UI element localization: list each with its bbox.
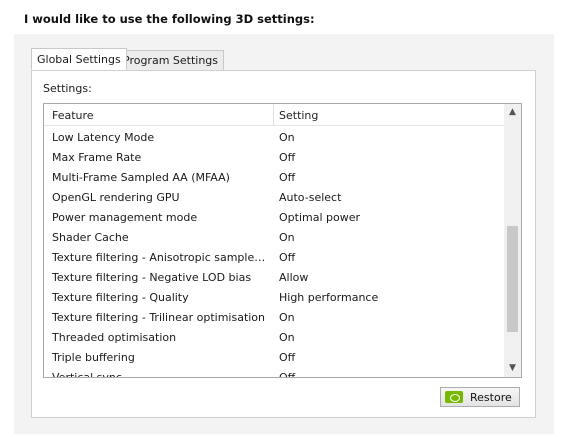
- feature-name: Power management mode: [52, 211, 198, 224]
- list-item[interactable]: Shader Cache On: [44, 227, 505, 247]
- list-item[interactable]: Texture filtering - Negative LOD bias All…: [44, 267, 505, 287]
- list-item[interactable]: Max Frame Rate Off: [44, 147, 505, 167]
- list-item[interactable]: Low Latency Mode On: [44, 127, 505, 147]
- rows-container: Low Latency Mode On Max Frame Rate Off Multi…: [44, 127, 505, 378]
- setting-value[interactable]: Allow: [279, 271, 308, 284]
- list-header: Feature Setting: [44, 104, 505, 126]
- list-item[interactable]: Triple buffering Off: [44, 347, 505, 367]
- column-divider[interactable]: [273, 104, 274, 126]
- settings-list[interactable]: Feature Setting Low Latency Mode On Max Fr…: [43, 103, 522, 378]
- feature-name: Max Frame Rate: [52, 151, 142, 164]
- feature-name: Triple buffering: [52, 351, 135, 364]
- column-header-setting[interactable]: Setting: [279, 109, 318, 122]
- setting-value[interactable]: On: [279, 311, 295, 324]
- list-item[interactable]: Vertical sync Off: [44, 367, 505, 378]
- setting-value[interactable]: On: [279, 231, 295, 244]
- feature-name: Texture filtering - Anisotropic sample o…: [52, 251, 267, 264]
- setting-value[interactable]: Off: [279, 351, 295, 364]
- feature-name: Threaded optimisation: [52, 331, 177, 344]
- setting-value[interactable]: Off: [279, 251, 295, 264]
- feature-name: Multi-Frame Sampled AA (MFAA): [52, 171, 230, 184]
- list-item[interactable]: Texture filtering - Trilinear optimisati…: [44, 307, 505, 327]
- list-item[interactable]: Texture filtering - Quality High performa…: [44, 287, 505, 307]
- page-heading: I would like to use the following 3D set…: [24, 12, 315, 26]
- feature-name: Texture filtering - Trilinear optimisati…: [52, 311, 266, 324]
- list-item[interactable]: Power management mode Optimal power: [44, 207, 505, 227]
- setting-value[interactable]: Optimal power: [279, 211, 360, 224]
- settings-label: Settings:: [43, 82, 92, 95]
- list-item[interactable]: Threaded optimisation On: [44, 327, 505, 347]
- feature-name: Texture filtering - Negative LOD bias: [52, 271, 252, 284]
- list-item[interactable]: Multi-Frame Sampled AA (MFAA) Off: [44, 167, 505, 187]
- tab-program-settings[interactable]: Program Settings: [117, 50, 225, 71]
- restore-button[interactable]: Restore: [440, 387, 520, 407]
- setting-value[interactable]: Off: [279, 151, 295, 164]
- feature-name: Shader Cache: [52, 231, 129, 244]
- scroll-up-icon[interactable]: ▲: [504, 104, 521, 121]
- setting-value[interactable]: Auto-select: [279, 191, 341, 204]
- feature-name: Texture filtering - Quality: [52, 291, 189, 304]
- scroll-down-icon[interactable]: ▼: [504, 360, 521, 377]
- scrollbar-thumb[interactable]: [507, 226, 518, 332]
- setting-value[interactable]: Off: [279, 371, 295, 377]
- tab-panel: Settings: Feature Setting Low Latency Mo…: [31, 70, 536, 418]
- feature-name: Low Latency Mode: [52, 131, 155, 144]
- setting-value[interactable]: Off: [279, 171, 295, 184]
- nvidia-logo-icon: [445, 391, 463, 403]
- list-item[interactable]: Texture filtering - Anisotropic sample o…: [44, 247, 505, 267]
- list-item[interactable]: OpenGL rendering GPU Auto-select: [44, 187, 505, 207]
- tab-global-settings[interactable]: Global Settings: [31, 48, 127, 70]
- feature-name: OpenGL rendering GPU: [52, 191, 180, 204]
- feature-name: Vertical sync: [52, 371, 122, 378]
- setting-value[interactable]: On: [279, 331, 295, 344]
- restore-button-label: Restore: [470, 391, 512, 404]
- setting-value[interactable]: On: [279, 131, 295, 144]
- setting-value[interactable]: High performance: [279, 291, 378, 304]
- vertical-scrollbar[interactable]: ▲ ▼: [504, 104, 521, 377]
- column-header-feature[interactable]: Feature: [52, 109, 94, 122]
